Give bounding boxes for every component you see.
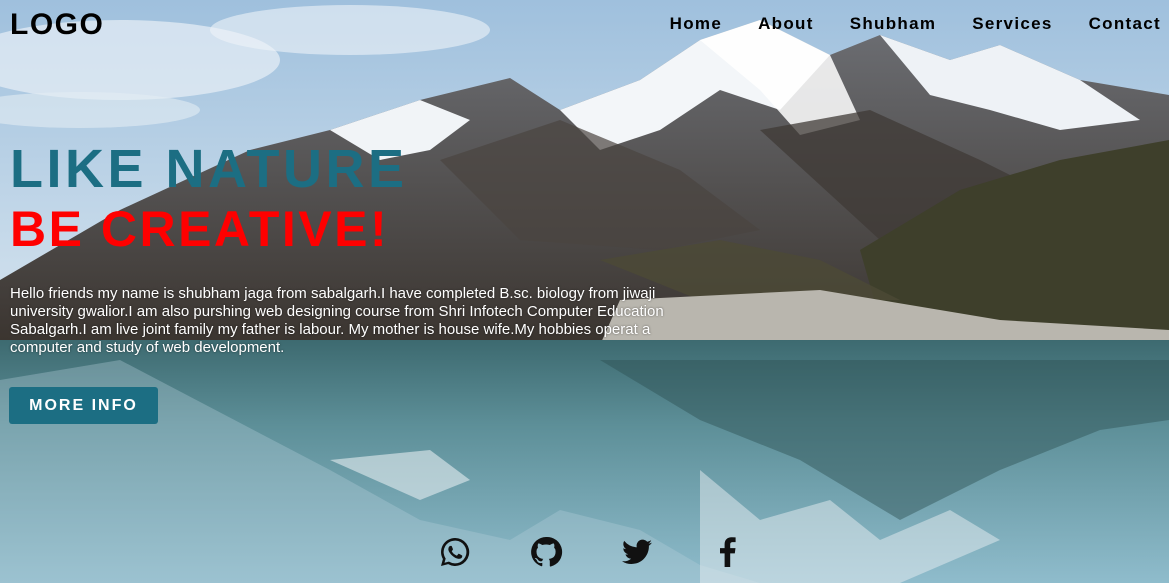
whatsapp-icon [441,537,470,566]
facebook-link[interactable] [710,534,746,570]
site-logo[interactable]: LOGO [10,8,104,42]
social-links [437,534,746,570]
twitter-icon [622,539,652,564]
intro-paragraph: Hello friends my name is shubham jaga fr… [10,285,664,356]
nav-home-link[interactable]: Home [670,14,722,34]
hero-section: LOGO Home About Shubham Services Contact… [0,0,1169,583]
facebook-icon [720,537,736,567]
whatsapp-link[interactable] [437,534,473,570]
main-navigation: Home About Shubham Services Contact [634,14,1169,34]
nav-shubham-link[interactable]: Shubham [850,14,937,34]
github-link[interactable] [528,534,564,570]
headline-secondary: BE CREATIVE! [10,201,390,257]
more-info-button[interactable]: MORE INFO [9,387,158,424]
headline-primary: LIKE NATURE [10,139,408,199]
nav-about-link[interactable]: About [758,14,814,34]
github-icon [531,536,563,567]
nav-contact-link[interactable]: Contact [1089,14,1161,34]
nav-services-link[interactable]: Services [972,14,1052,34]
twitter-link[interactable] [619,534,655,570]
